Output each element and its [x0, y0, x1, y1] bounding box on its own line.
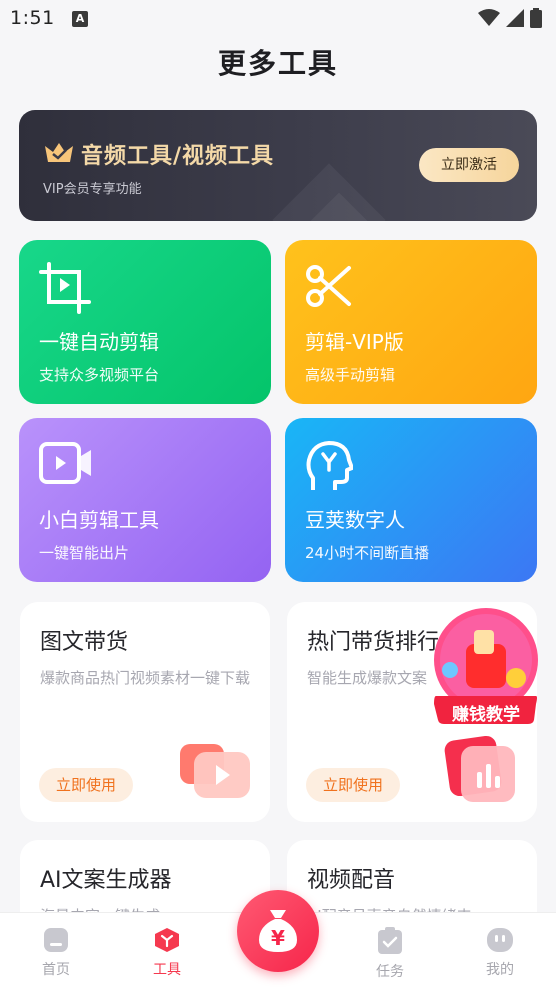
tile-subtitle: 一键智能出片	[39, 544, 130, 562]
tile-subtitle: 24小时不间断直播	[305, 544, 430, 562]
bar-chart-icon	[444, 735, 515, 802]
tools-cube-icon	[155, 928, 179, 952]
banner-subtitle: VIP会员专享功能	[43, 182, 142, 197]
tile-digital-human[interactable]: 豆荚数字人 24小时不间断直播	[285, 418, 537, 582]
scissors-icon	[306, 265, 351, 307]
tab-label: 任务	[376, 964, 404, 980]
clipboard-check-icon	[378, 927, 402, 954]
promo-label: 赚钱教学	[452, 705, 520, 725]
tab-mine[interactable]: 我的	[460, 927, 540, 979]
video-play-icon	[180, 744, 250, 798]
tile-subtitle: 支持众多视频平台	[39, 366, 160, 384]
card-desc: 爆款商品热门视频素材一键下载	[40, 669, 251, 687]
battery-icon	[530, 8, 542, 28]
cellular-icon	[506, 9, 524, 27]
digital-human-icon	[306, 441, 353, 490]
vip-banner[interactable]: 音频工具/视频工具 VIP会员专享功能 立即激活	[19, 110, 537, 221]
tab-label: 我的	[486, 962, 514, 978]
tile-title: 一键自动剪辑	[39, 330, 159, 354]
home-icon	[44, 928, 68, 952]
use-now-button[interactable]: 立即使用	[39, 768, 133, 802]
tab-tools[interactable]: 工具	[127, 927, 207, 979]
system-icons	[478, 8, 542, 28]
tile-edit-vip[interactable]: 剪辑-VIP版 高级手动剪辑	[285, 240, 537, 404]
tile-beginner-edit[interactable]: 小白剪辑工具 一键智能出片	[19, 418, 271, 582]
crop-play-icon	[39, 262, 91, 314]
status-time: 1:51	[10, 7, 55, 29]
video-camera-icon	[39, 442, 91, 484]
tile-subtitle: 高级手动剪辑	[305, 366, 396, 384]
tab-home[interactable]: 首页	[16, 927, 96, 979]
banner-title: 音频工具/视频工具	[81, 144, 275, 169]
crown-icon	[45, 143, 73, 162]
page-title: 更多工具	[217, 47, 338, 80]
card-title: 视频配音	[307, 868, 396, 893]
tile-title: 豆荚数字人	[305, 508, 405, 532]
yuan-glyph: ¥	[271, 926, 285, 950]
card-image-text-sales[interactable]: 图文带货 爆款商品热门视频素材一键下载 立即使用	[20, 602, 270, 822]
tab-label: 首页	[42, 962, 70, 978]
activate-button[interactable]: 立即激活	[419, 148, 519, 182]
card-title: 热门带货排行	[307, 630, 440, 655]
use-now-button[interactable]: 立即使用	[306, 768, 400, 802]
tile-title: 小白剪辑工具	[39, 508, 159, 532]
notification-icon: A	[72, 11, 88, 27]
card-title: 图文带货	[40, 630, 129, 655]
tile-title: 剪辑-VIP版	[305, 330, 404, 354]
tile-auto-edit[interactable]: 一键自动剪辑 支持众多视频平台	[19, 240, 271, 404]
earn-money-tutorial-badge[interactable]: 赚钱教学	[430, 608, 542, 728]
status-bar: 1:51 A	[0, 0, 556, 38]
profile-icon	[487, 928, 513, 952]
tab-tasks[interactable]: 任务	[350, 927, 430, 981]
center-money-bag-button[interactable]: ¥	[237, 890, 319, 972]
card-title: AI文案生成器	[40, 868, 172, 893]
tab-label: 工具	[153, 962, 181, 978]
wifi-icon	[478, 9, 500, 26]
